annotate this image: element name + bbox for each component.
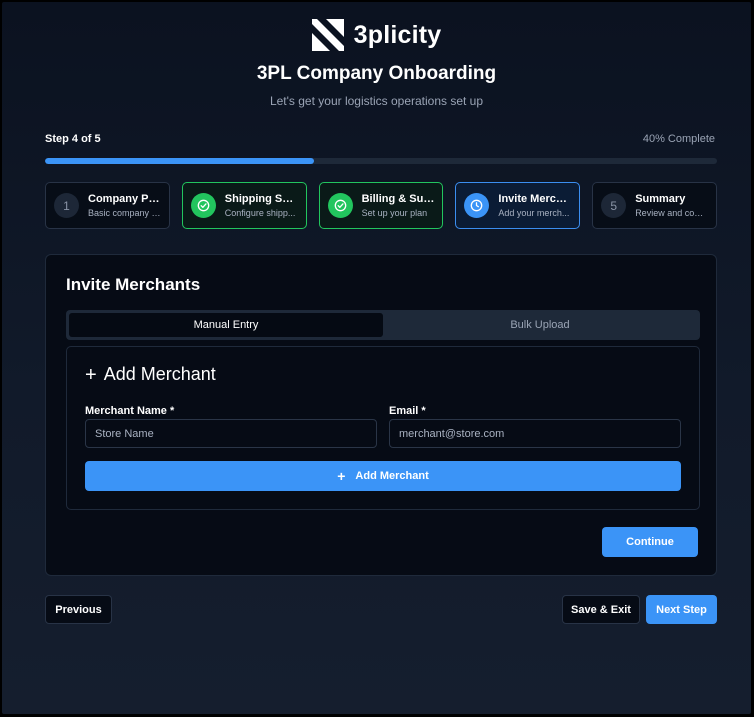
page-subtitle: Let's get your logistics operations set … [269,94,484,108]
3plicity-logo-icon [311,19,344,51]
check-circle-icon [327,193,353,218]
add-merchant-panel: + Add Merchant Merchant Name * Email * +… [66,346,700,510]
save-exit-button[interactable]: Save & Exit [562,595,640,624]
previous-button[interactable]: Previous [45,595,112,624]
add-merchant-button[interactable]: + Add Merchant [85,461,681,491]
step-company-profile[interactable]: 1 Company Pr... Basic company i... [45,182,170,229]
progress-percent: 40% Complete [642,133,715,145]
brand-name: 3plicity [353,20,442,49]
step-billing-subscription[interactable]: Billing & Sub... Set up your plan [318,182,444,229]
invite-merchants-card: Invite Merchants Manual Entry Bulk Uploa… [45,254,717,576]
step-title: Company Pr... [88,193,161,205]
step-title: Summary [635,193,686,205]
step-subtitle: Basic company i... [88,208,161,218]
entry-mode-tabs: Manual Entry Bulk Upload [66,310,700,340]
step-number-icon: 1 [54,193,79,218]
add-merchant-heading: + Add Merchant [85,364,216,385]
step-title: Invite Merch... [498,193,572,205]
step-subtitle: Configure shipp... [224,208,296,218]
step-counter: Step 4 of 5 [45,133,101,145]
add-merchant-title: Add Merchant [103,364,216,384]
step-number-icon: 5 [601,193,627,218]
step-subtitle: Add your merch... [498,208,570,218]
tab-manual-entry[interactable]: Manual Entry [69,313,383,337]
plus-icon: + [85,363,97,386]
brand-header: 3plicity [2,18,751,52]
stepper: 1 Company Pr... Basic company i... Shipp… [45,182,717,229]
step-title: Billing & Sub... [361,193,435,205]
step-shipping-setup[interactable]: Shipping Set... Configure shipp... [181,182,307,229]
progress-bar-fill [45,158,314,164]
step-summary[interactable]: 5 Summary Review and conf... [592,182,717,229]
tab-bulk-upload[interactable]: Bulk Upload [383,313,697,337]
add-merchant-button-label: Add Merchant [355,470,429,482]
merchant-name-label: Merchant Name * [85,405,175,417]
card-title: Invite Merchants [66,275,201,294]
progress-bar [45,158,717,164]
step-title: Shipping Set... [224,193,298,205]
next-step-button[interactable]: Next Step [646,595,717,624]
step-subtitle: Set up your plan [361,208,428,218]
email-label: Email * [389,405,426,417]
continue-button[interactable]: Continue [602,527,698,557]
onboarding-window: 3plicity 3PL Company Onboarding Let's ge… [2,2,751,714]
step-subtitle: Review and conf... [635,208,708,218]
plus-icon: + [337,468,346,484]
merchant-name-input[interactable] [85,419,377,448]
email-input[interactable] [389,419,681,448]
step-invite-merchants[interactable]: Invite Merch... Add your merch... [455,182,581,229]
page-title: 3PL Company Onboarding [256,63,497,84]
check-circle-icon [190,193,216,218]
clock-icon [464,193,490,218]
